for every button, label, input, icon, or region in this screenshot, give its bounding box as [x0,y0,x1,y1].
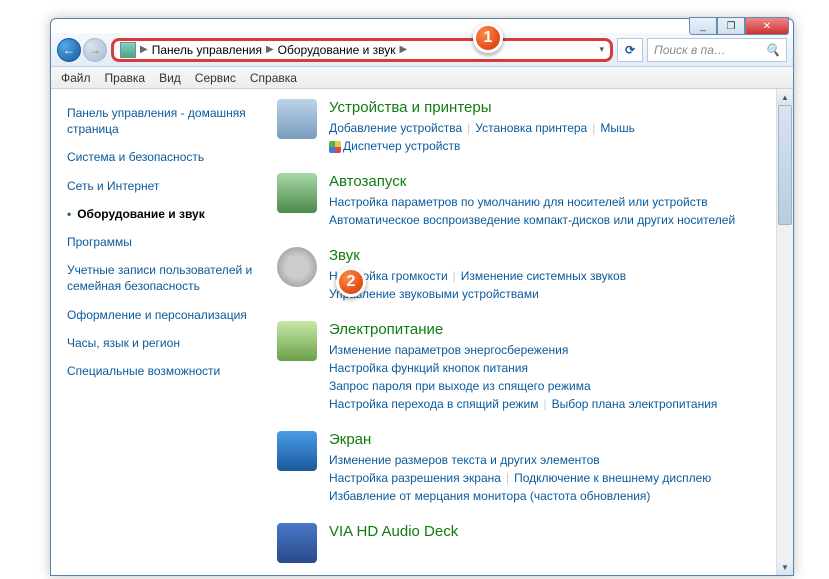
category-links: Добавление устройства | Установка принтера… [329,119,779,155]
vertical-scrollbar[interactable]: ▲ ▼ [776,89,793,575]
sidebar-item[interactable]: Часы, язык и регион [67,331,269,355]
category-title[interactable]: Звук [329,247,779,264]
minimize-button[interactable]: _ [689,17,717,35]
address-bar[interactable]: ▶ Панель управления ▶ Оборудование и зву… [111,38,613,62]
category-link[interactable]: Мышь [600,121,635,135]
breadcrumb-sep: ▶ [266,44,274,55]
category-link[interactable]: Добавление устройства [329,121,462,135]
link-separator: | [506,471,509,485]
sidebar-item[interactable]: Сеть и Интернет [67,174,269,198]
category-links: Настройка параметров по умолчанию для но… [329,193,779,229]
category: Экран Изменение размеров текста и других … [277,431,779,505]
scroll-thumb[interactable] [778,105,792,225]
category-icon [277,99,317,139]
category: Автозапуск Настройка параметров по умолча… [277,173,779,229]
sidebar-item[interactable]: Учетные записи пользователей и семейная … [67,258,269,298]
link-separator: | [592,121,595,135]
menu-bar: Файл Правка Вид Сервис Справка [51,67,793,89]
category-title[interactable]: Электропитание [329,321,779,338]
close-button[interactable]: ✕ [745,17,789,35]
sidebar-item[interactable]: Оформление и персонализация [67,303,269,327]
sidebar-item[interactable]: Программы [67,230,269,254]
link-separator: | [467,121,470,135]
nav-arrows: ← → [57,38,107,62]
breadcrumb-sep: ▶ [400,44,408,55]
category-title[interactable]: Устройства и принтеры [329,99,779,116]
category-link[interactable]: Изменение системных звуков [461,269,626,283]
menu-edit[interactable]: Правка [105,71,146,85]
body-area: Панель управления - домашняя страница Сис… [51,89,793,575]
category-link[interactable]: Подключение к внешнему дисплею [514,471,711,485]
breadcrumb-sub[interactable]: Оборудование и звук [278,43,396,57]
category-link[interactable]: Запрос пароля при выходе из спящего режи… [329,379,591,393]
category-links: Настройка громкости|Изменение системных … [329,267,779,303]
sidebar: Панель управления - домашняя страница Сис… [51,89,269,575]
category: Устройства и принтеры Добавление устройст… [277,99,779,155]
category-link[interactable]: Настройка функций кнопок питания [329,361,528,375]
menu-tools[interactable]: Сервис [195,71,236,85]
category: Электропитание Изменение параметров энерг… [277,321,779,413]
category-icon [277,247,317,287]
search-box[interactable]: Поиск в па… 🔍 [647,38,787,62]
category: VIA HD Audio Deck [277,523,779,563]
link-separator: | [543,397,546,411]
shield-icon [329,141,341,153]
breadcrumb-root[interactable]: Панель управления [152,43,262,57]
category-link[interactable]: Диспетчер устройств [329,139,460,153]
category-link[interactable]: Автоматическое воспроизведение компакт-д… [329,213,735,227]
control-panel-window: _ ❐ ✕ ← → ▶ Панель управления ▶ Оборудов… [50,18,794,576]
category-icon [277,431,317,471]
address-dropdown-icon[interactable]: ▾ [599,44,604,55]
control-panel-icon [120,42,136,58]
annotation-2: 2 [336,267,366,297]
window-controls: _ ❐ ✕ [689,17,789,35]
category-title[interactable]: VIA HD Audio Deck [329,523,779,540]
category-link[interactable]: Настройка параметров по умолчанию для но… [329,195,708,209]
sidebar-item[interactable]: Оборудование и звук [67,202,269,226]
category-link[interactable]: Изменение размеров текста и других элеме… [329,453,600,467]
scroll-up-button[interactable]: ▲ [777,89,793,105]
category-links: Изменение параметров энергосбережения Нас… [329,341,779,413]
refresh-button[interactable]: ⟳ [617,38,643,62]
category-icon [277,173,317,213]
category-link[interactable]: Настройка перехода в спящий режим [329,397,538,411]
sidebar-item[interactable]: Система и безопасность [67,145,269,169]
forward-button[interactable]: → [83,38,107,62]
category-title[interactable]: Экран [329,431,779,448]
sidebar-item[interactable]: Специальные возможности [67,359,269,383]
back-button[interactable]: ← [57,38,81,62]
category-links: Изменение размеров текста и других элеме… [329,451,779,505]
scroll-down-button[interactable]: ▼ [777,559,793,575]
menu-view[interactable]: Вид [159,71,181,85]
category-title[interactable]: Автозапуск [329,173,779,190]
category-link[interactable]: Настройка разрешения экрана [329,471,501,485]
maximize-button[interactable]: ❐ [717,17,745,35]
navigation-row: ← → ▶ Панель управления ▶ Оборудование и… [51,33,793,67]
sidebar-item[interactable]: Панель управления - домашняя страница [67,101,269,141]
category-link[interactable]: Изменение параметров энергосбережения [329,343,568,357]
category-link[interactable]: Установка принтера [475,121,587,135]
menu-file[interactable]: Файл [61,71,91,85]
category-link[interactable]: Избавление от мерцания монитора (частота… [329,489,650,503]
annotation-1: 1 [473,23,503,53]
category-icon [277,523,317,563]
search-icon: 🔍 [765,43,780,57]
link-separator: | [453,269,456,283]
content-pane: Устройства и принтеры Добавление устройст… [269,89,793,575]
menu-help[interactable]: Справка [250,71,297,85]
search-placeholder: Поиск в па… [654,43,726,57]
titlebar: _ ❐ ✕ [51,19,793,33]
category-link[interactable]: Выбор плана электропитания [552,397,718,411]
breadcrumb-sep: ▶ [140,44,148,55]
category-icon [277,321,317,361]
